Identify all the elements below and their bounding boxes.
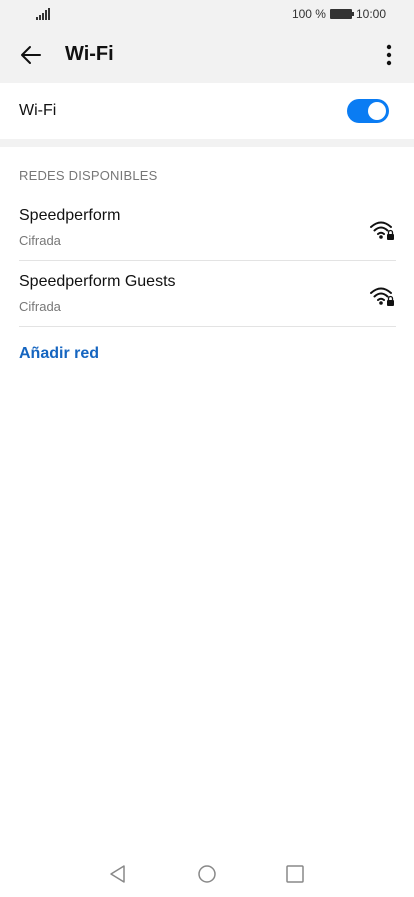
- toggle-knob: [368, 102, 386, 120]
- wifi-lock-icon: [370, 287, 394, 306]
- network-security: Cifrada: [19, 299, 61, 314]
- page-title: Wi-Fi: [65, 43, 114, 65]
- wifi-toggle-switch[interactable]: [347, 99, 389, 123]
- divider: [19, 326, 396, 327]
- system-nav-bar: [0, 850, 414, 897]
- network-list: REDES DISPONIBLES Speedperform Cifrada S…: [0, 147, 414, 897]
- signal-icon: [36, 8, 50, 20]
- nav-back-icon[interactable]: [108, 864, 128, 884]
- wifi-lock-icon: [370, 221, 394, 240]
- network-name: Speedperform Guests: [19, 273, 176, 290]
- divider: [19, 260, 396, 261]
- status-bar: 100 % 10:00: [0, 0, 414, 28]
- network-item[interactable]: Speedperform Cifrada: [0, 199, 414, 265]
- more-vert-icon[interactable]: [378, 42, 400, 68]
- back-arrow-icon[interactable]: [18, 42, 44, 68]
- network-item[interactable]: Speedperform Guests Cifrada: [0, 265, 414, 331]
- battery-icon: [329, 9, 354, 19]
- app-bar: Wi-Fi: [0, 28, 414, 82]
- nav-home-icon[interactable]: [197, 864, 217, 884]
- clock: 10:00: [355, 7, 386, 21]
- network-security: Cifrada: [19, 233, 61, 248]
- network-name: Speedperform: [19, 207, 121, 224]
- battery-percent: 100 %: [291, 7, 326, 21]
- add-network-button[interactable]: Añadir red: [19, 345, 99, 363]
- nav-recents-icon[interactable]: [285, 864, 305, 884]
- wifi-toggle-label: Wi-Fi: [19, 102, 57, 119]
- section-header: REDES DISPONIBLES: [19, 168, 158, 183]
